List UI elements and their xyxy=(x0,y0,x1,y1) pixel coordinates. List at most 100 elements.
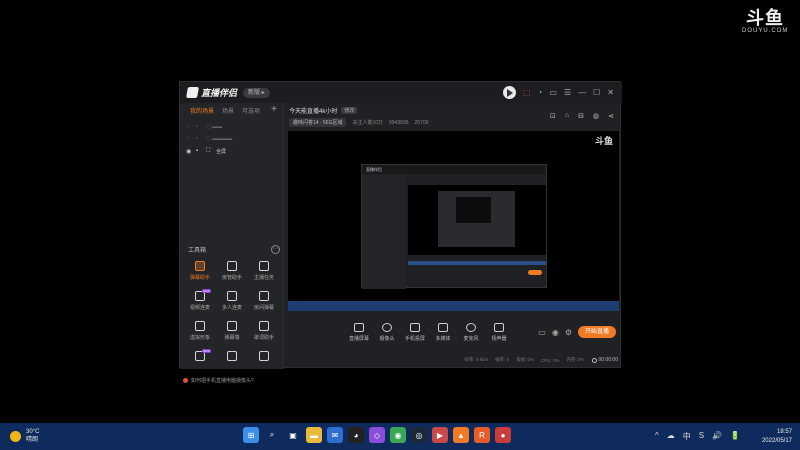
gear-icon[interactable]: ⚙ xyxy=(565,328,572,337)
app-logo-icon xyxy=(186,87,199,98)
menu-icon[interactable]: ☰ xyxy=(564,88,571,98)
speaker-button[interactable]: 扬声器 xyxy=(485,322,513,342)
source-item-hidden[interactable]: ◌ ▫ ▢ ▬▬ xyxy=(186,121,283,133)
system-clock[interactable]: 18:57 2022/05/17 xyxy=(762,428,792,446)
eye-off-icon[interactable]: ◌ xyxy=(186,124,192,130)
nested-preview-inner xyxy=(438,191,515,247)
weather-widget[interactable]: 30°C 晴朗 xyxy=(10,428,39,444)
edit-title-button[interactable]: 修改 xyxy=(341,107,358,114)
start-icon[interactable]: ⊞ xyxy=(243,427,259,443)
tool-virtual-avatar[interactable]: 虚拟形象 xyxy=(184,321,216,345)
virtual-avatar-icon xyxy=(195,321,205,331)
room-category[interactable]: 趣味闪答14 · 56G区域 xyxy=(289,118,347,127)
tray-overflow-icon[interactable]: ^ xyxy=(655,431,659,442)
chrome-icon[interactable]: ◉ xyxy=(390,427,406,443)
room-title: 今天能直播4k小时 xyxy=(289,109,338,115)
tab-options[interactable]: 可选项 xyxy=(242,106,260,115)
settings-icon[interactable]: ⊟ xyxy=(578,112,584,120)
ime-icon[interactable]: 中 xyxy=(683,431,691,442)
tool-multi-link[interactable]: 多人连麦 xyxy=(216,291,248,315)
app-icon[interactable]: ▶ xyxy=(432,427,448,443)
help-tip[interactable]: 如何把手机直播电脑摄像头? xyxy=(183,377,254,384)
eye-icon[interactable]: ◉ xyxy=(186,148,192,155)
capture-toolbar: 直播屏幕 摄像头 手机投屏 多媒体 麦克风 扬声器 ▭ ◉ ⚙ 开始直播 xyxy=(285,312,622,352)
lock-icon[interactable]: ▪ xyxy=(196,148,202,154)
tab-my-scene[interactable]: 我的场景 xyxy=(190,106,214,115)
more-tools-icon[interactable]: ⋯ xyxy=(271,245,280,254)
maximize-icon[interactable]: ☐ xyxy=(593,88,600,98)
phone-cast-button[interactable]: 手机投屏 xyxy=(401,322,429,342)
battery-icon[interactable]: 🔋 xyxy=(730,431,740,442)
tool-label: 房管助手 xyxy=(221,275,242,281)
tool-extra-1[interactable]: NEW xyxy=(184,349,216,375)
version-badge[interactable]: 新版 ▸ xyxy=(243,87,270,98)
qq-icon[interactable]: ◕ xyxy=(348,427,364,443)
system-tray: ^ ☁ 中 S 🔊 🔋 xyxy=(655,431,740,442)
search-icon[interactable]: ⌕ xyxy=(264,427,280,443)
taskview-icon[interactable]: ▣ xyxy=(285,427,301,443)
notification-icon[interactable]: ◔ xyxy=(538,88,543,98)
tool-extra-3[interactable] xyxy=(248,351,280,375)
app-tray-icon[interactable]: S xyxy=(699,431,704,442)
screen-capture-button[interactable]: 直播屏幕 xyxy=(345,322,373,342)
vs-icon[interactable]: ◇ xyxy=(369,427,385,443)
weather-temp: 30°C xyxy=(26,429,40,435)
tool-room-danmu[interactable]: 房间弹幕 xyxy=(248,291,280,315)
button-label: 手机投屏 xyxy=(404,335,425,342)
source-list: ◌ ▫ ▢ ▬▬ ◌ ▫ ▢ ▬▬▬▬ ◉ ▪ ⛶ 全屏 xyxy=(180,117,283,157)
gift-box-icon[interactable]: ⊡ xyxy=(550,112,556,120)
tab-scene[interactable]: 场景 xyxy=(222,106,234,115)
tool-label: 主播任务 xyxy=(253,275,274,281)
source-item-fullscreen[interactable]: ◉ ▪ ⛶ 全屏 xyxy=(186,145,283,157)
live-timer: 00:00:00 xyxy=(591,357,618,363)
room-actions: ⊡ ⌂ ⊟ ◍ ⋖ xyxy=(550,112,614,120)
mail-icon[interactable]: ✉ xyxy=(327,427,343,443)
live-icon[interactable]: ◍ xyxy=(593,112,599,120)
tool-anchor-task[interactable]: 主播任务 xyxy=(248,261,280,285)
gift-icon[interactable]: ⬚ xyxy=(523,88,531,98)
tool-video-link[interactable]: NEW 视频连麦 xyxy=(184,289,216,315)
douyu-icon[interactable]: ▲ xyxy=(453,427,469,443)
share-icon[interactable]: ⋖ xyxy=(608,112,614,120)
tool-label: 视频连麦 xyxy=(189,305,210,311)
room-meta-row: 趣味闪答14 · 56G区域 关注人数10万 9943695 26709 xyxy=(289,118,428,127)
media-icon xyxy=(438,322,448,332)
skin-icon[interactable]: ▭ xyxy=(549,88,557,98)
monitor-icon xyxy=(354,322,364,332)
tool-extra-2[interactable] xyxy=(216,351,248,375)
tool-danmu-wall[interactable]: 弹幕墙 xyxy=(216,321,248,345)
close-icon[interactable]: ✕ xyxy=(607,88,614,98)
lock-icon[interactable]: ▫ xyxy=(196,136,202,142)
go-live-button[interactable]: 开始直播 xyxy=(578,326,616,338)
rct-icon[interactable]: R xyxy=(474,427,490,443)
room-title-row: 今天能直播4k小时 修改 xyxy=(289,106,358,115)
steam-icon[interactable]: ◎ xyxy=(411,427,427,443)
tool-label: 弹幕墙 xyxy=(224,335,240,341)
phone-icon xyxy=(410,322,420,332)
clock-time: 18:57 xyxy=(776,429,792,435)
stream-preview[interactable]: 斗鱼 直播伴侣 xyxy=(288,131,619,311)
tool-lyrics[interactable]: 歌词助手 xyxy=(248,321,280,345)
tool-danmu-helper[interactable]: 弹幕助手 xyxy=(184,261,216,285)
taskbar-apps: ⊞ ⌕ ▣ ▬ ✉ ◕ ◇ ◉ ◎ ▶ ▲ R ● xyxy=(243,427,511,443)
douyu-watermark: 斗鱼 DOUYU.COM xyxy=(742,10,788,35)
record-icon[interactable]: ▭ xyxy=(538,328,546,337)
nested-live-button xyxy=(528,270,542,275)
explorer-icon[interactable]: ▬ xyxy=(306,427,322,443)
user-avatar[interactable] xyxy=(502,86,516,99)
tool-room-manager[interactable]: 房管助手 xyxy=(216,261,248,285)
microphone-button[interactable]: 麦克风 xyxy=(457,322,485,342)
record-icon[interactable]: ● xyxy=(495,427,511,443)
camera-button[interactable]: 摄像头 xyxy=(373,322,401,342)
home-icon[interactable]: ⌂ xyxy=(565,112,569,120)
source-item-hidden[interactable]: ◌ ▫ ▢ ▬▬▬▬ xyxy=(186,133,283,145)
volume-icon[interactable]: 🔊 xyxy=(712,431,722,442)
add-scene-icon[interactable]: + xyxy=(271,104,277,115)
lock-icon[interactable]: ▫ xyxy=(196,124,202,130)
room-manager-icon xyxy=(227,261,237,271)
view-icon[interactable]: ◉ xyxy=(552,328,559,337)
onedrive-icon[interactable]: ☁ xyxy=(667,431,675,442)
minimize-icon[interactable]: — xyxy=(578,88,586,98)
media-button[interactable]: 多媒体 xyxy=(429,322,457,342)
eye-off-icon[interactable]: ◌ xyxy=(186,136,192,142)
